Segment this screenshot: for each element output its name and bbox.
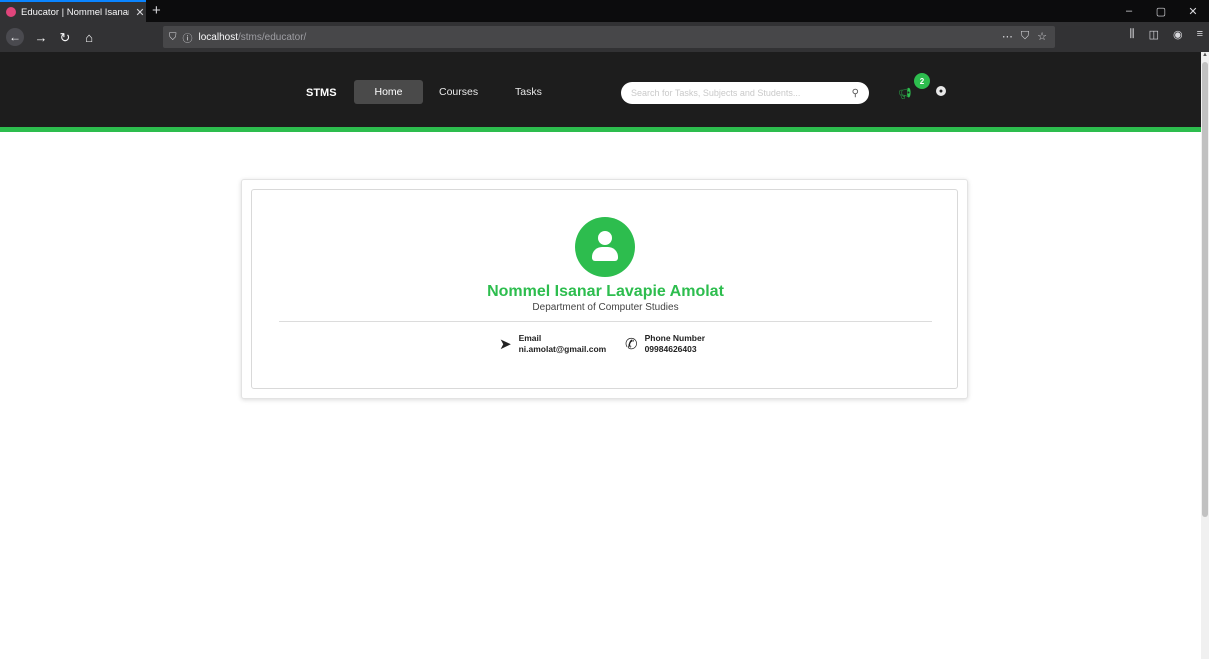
minimize-button[interactable]: – (1113, 0, 1145, 22)
pocket-icon[interactable]: ⛉ (1021, 30, 1029, 43)
favicon-icon (6, 7, 16, 17)
browser-tab-bar: Educator | Nommel Isanar Lavapie Amolat … (0, 0, 1209, 22)
forward-arrow-icon[interactable]: → (32, 28, 50, 46)
url-text[interactable]: localhost/stms/educator/ (199, 32, 307, 43)
search-input[interactable] (631, 88, 841, 98)
shield-icon[interactable]: ⛉ (169, 32, 177, 43)
account-icon[interactable]: ◉ (1173, 28, 1183, 41)
library-icon[interactable]: ⫼ (1130, 28, 1135, 41)
phone-label: Phone Number (644, 333, 706, 343)
phone-value: 09984626403 (644, 344, 697, 354)
avatar-body (592, 247, 618, 261)
new-tab-icon[interactable]: + (152, 1, 161, 21)
browser-toolbar: ← → ↻ ⌂ ⛉ ⓘ localhost/stms/educator/ ⋯ ⛉… (0, 22, 1209, 52)
menu-icon[interactable]: ≡ (1197, 28, 1203, 41)
home-icon[interactable]: ⌂ (80, 28, 98, 46)
sidebar-icon[interactable]: ◫ (1149, 28, 1159, 41)
profile-name: Nommel Isanar Lavapie Amolat (487, 283, 724, 300)
divider (279, 321, 932, 322)
search-bar: ⚲ (621, 82, 869, 104)
brand-logo[interactable]: STMS (306, 87, 337, 99)
page: STMS Home Courses Tasks ⚲ 📢︎ 2 ● Nommel … (0, 52, 1201, 659)
nav-home[interactable]: Home (354, 80, 423, 104)
email-value: ni.amolat@gmail.com (518, 344, 607, 354)
scroll-thumb[interactable] (1202, 62, 1208, 517)
url-bar[interactable]: ⛉ ⓘ localhost/stms/educator/ ⋯ ⛉ ☆ (163, 26, 1055, 48)
url-actions: ⋯ ⛉ ☆ (1002, 30, 1047, 43)
reload-icon[interactable]: ↻ (56, 28, 74, 46)
scrollbar[interactable]: ▲ (1201, 52, 1209, 659)
search-icon[interactable]: ⚲ (852, 88, 859, 99)
phone-icon: ✆ (625, 335, 638, 353)
tab-close-icon[interactable]: ✕ (134, 6, 146, 19)
site-header: STMS Home Courses Tasks ⚲ 📢︎ 2 ● (0, 52, 1201, 132)
email-contact: ➤ Email ni.amolat@gmail.com (499, 333, 606, 355)
notification-badge[interactable]: 2 (914, 73, 930, 89)
nav-courses[interactable]: Courses (421, 80, 496, 104)
browser-tab[interactable]: Educator | Nommel Isanar Lavapie Amolat … (0, 0, 146, 22)
info-icon[interactable]: ⓘ (183, 30, 193, 45)
avatar-head (598, 231, 612, 245)
profile-department: Department of Computer Studies (532, 302, 679, 313)
restore-button[interactable]: ▢ (1145, 0, 1177, 22)
phone-contact: ✆ Phone Number 09984626403 (625, 333, 705, 355)
back-arrow-icon[interactable]: ← (6, 28, 24, 46)
bookmark-star-icon[interactable]: ☆ (1037, 30, 1047, 43)
profile-card: Nommel Isanar Lavapie Amolat Department … (241, 179, 968, 399)
paper-plane-icon: ➤ (499, 335, 512, 353)
tab-title: Educator | Nommel Isanar Lavapie Amolat (21, 6, 129, 18)
window-controls: – ▢ ✕ (1113, 0, 1209, 22)
more-icon[interactable]: ⋯ (1002, 30, 1013, 43)
user-icon[interactable]: ● (936, 86, 946, 96)
avatar (575, 217, 635, 277)
scroll-up-icon[interactable]: ▲ (1201, 52, 1209, 60)
profile-card-inner: Nommel Isanar Lavapie Amolat Department … (251, 189, 958, 389)
nav-tasks[interactable]: Tasks (497, 80, 560, 104)
close-window-button[interactable]: ✕ (1177, 0, 1209, 22)
megaphone-icon[interactable]: 📢︎ (898, 87, 912, 100)
email-label: Email (518, 333, 542, 343)
toolbar-actions: ⫼ ◫ ◉ ≡ (1130, 28, 1204, 41)
